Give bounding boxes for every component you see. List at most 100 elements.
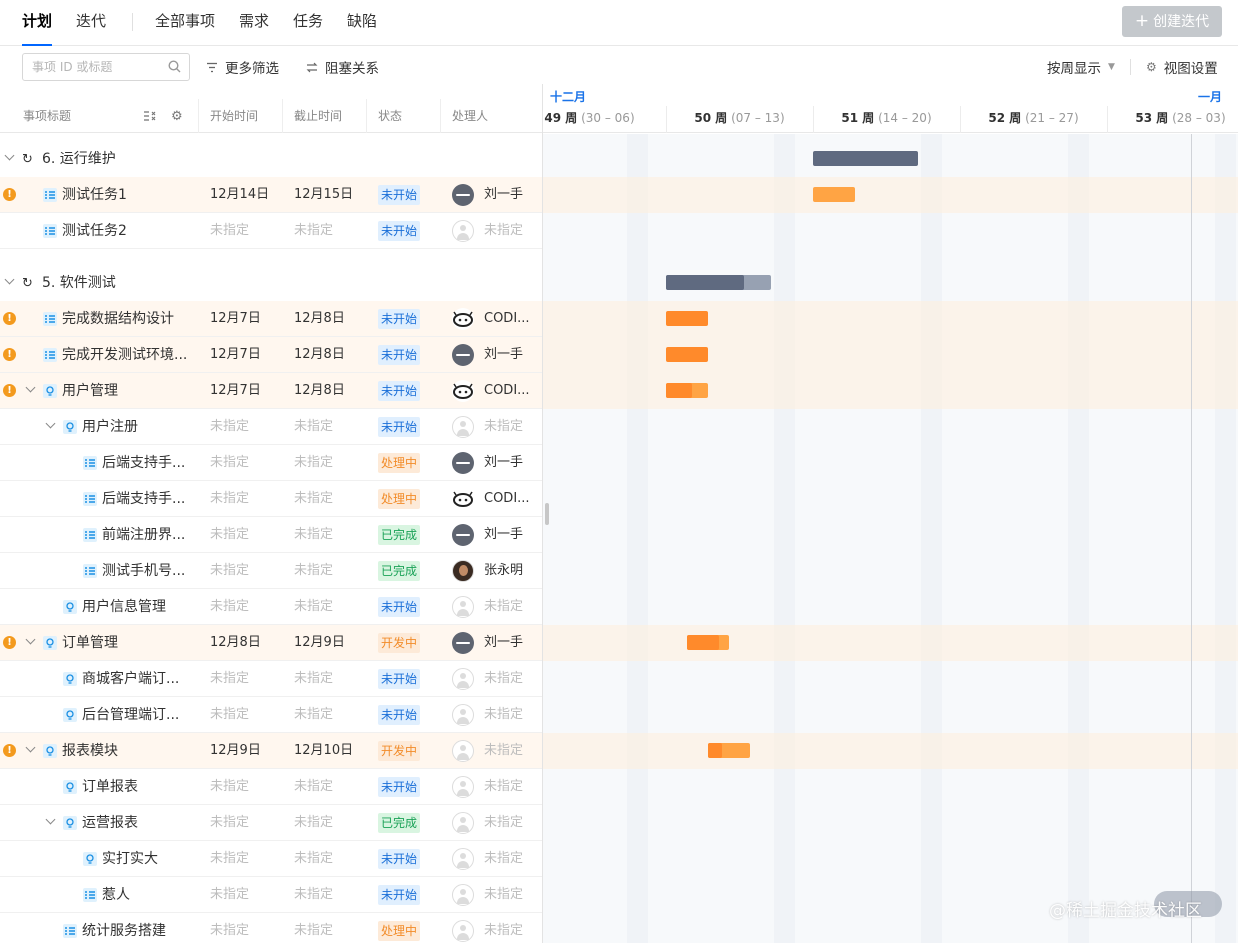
start-date[interactable]: 未指定 bbox=[210, 697, 249, 733]
start-date[interactable]: 未指定 bbox=[210, 517, 249, 553]
table-row[interactable]: 订单报表 未指定 未指定 未开始 未指定 bbox=[0, 769, 542, 805]
column-title[interactable]: 事项标题 bbox=[23, 99, 71, 133]
start-date[interactable]: 未指定 bbox=[210, 805, 249, 841]
table-row[interactable]: ! 完成开发测试环境... 12月7日 12月8日 未开始 刘一手 bbox=[0, 337, 542, 373]
item-title[interactable]: 报表模块 bbox=[62, 733, 196, 769]
start-date[interactable]: 12月7日 bbox=[210, 337, 261, 373]
item-title[interactable]: 测试任务1 bbox=[62, 177, 196, 213]
resize-handle[interactable] bbox=[545, 503, 549, 525]
end-date[interactable]: 12月8日 bbox=[294, 373, 345, 409]
status-badge[interactable]: 未开始 bbox=[378, 185, 421, 205]
end-date[interactable]: 未指定 bbox=[294, 661, 333, 697]
end-date[interactable]: 未指定 bbox=[294, 877, 333, 913]
item-title[interactable]: 前端注册界... bbox=[102, 517, 196, 553]
assignee-name[interactable]: CODI... bbox=[484, 301, 542, 337]
assignee-name[interactable]: 未指定 bbox=[484, 877, 542, 913]
end-date[interactable]: 12月9日 bbox=[294, 625, 345, 661]
status-badge[interactable]: 未开始 bbox=[378, 885, 421, 905]
chevron-down-icon[interactable] bbox=[25, 742, 36, 753]
chevron-down-icon[interactable] bbox=[45, 418, 56, 429]
table-row[interactable]: 后端支持手... 未指定 未指定 处理中 CODI... bbox=[0, 481, 542, 517]
end-date[interactable]: 未指定 bbox=[294, 553, 333, 589]
chevron-down-icon[interactable] bbox=[4, 150, 15, 161]
column-start-time[interactable]: 开始时间 bbox=[210, 99, 258, 133]
end-date[interactable]: 12月8日 bbox=[294, 301, 345, 337]
assignee-name[interactable]: 未指定 bbox=[484, 661, 542, 697]
tab-all-items[interactable]: 全部事项 bbox=[155, 0, 215, 46]
table-row[interactable]: 后端支持手... 未指定 未指定 处理中 刘一手 bbox=[0, 445, 542, 481]
collapse-all-icon[interactable] bbox=[143, 110, 157, 122]
table-row[interactable]: 运营报表 未指定 未指定 已完成 未指定 bbox=[0, 805, 542, 841]
assignee-name[interactable]: CODI... bbox=[484, 481, 542, 517]
table-row[interactable]: ! 订单管理 12月8日 12月9日 开发中 刘一手 bbox=[0, 625, 542, 661]
status-badge[interactable]: 未开始 bbox=[378, 849, 421, 869]
item-title[interactable]: 测试任务2 bbox=[62, 213, 196, 249]
column-settings-icon[interactable]: ⚙ bbox=[171, 109, 183, 124]
assignee-name[interactable]: 刘一手 bbox=[484, 177, 542, 213]
end-date[interactable]: 未指定 bbox=[294, 213, 333, 249]
status-badge[interactable]: 未开始 bbox=[378, 309, 421, 329]
end-date[interactable]: 未指定 bbox=[294, 589, 333, 625]
item-title[interactable]: 后台管理端订... bbox=[82, 697, 196, 733]
chevron-down-icon[interactable] bbox=[25, 382, 36, 393]
assignee-name[interactable]: 刘一手 bbox=[484, 517, 542, 553]
assignee-name[interactable]: 未指定 bbox=[484, 733, 542, 769]
assignee-name[interactable]: CODI... bbox=[484, 373, 542, 409]
end-date[interactable]: 未指定 bbox=[294, 805, 333, 841]
table-row[interactable]: 用户注册 未指定 未指定 未开始 未指定 bbox=[0, 409, 542, 445]
item-title[interactable]: 统计服务搭建 bbox=[82, 913, 196, 943]
status-badge[interactable]: 未开始 bbox=[378, 669, 421, 689]
end-date[interactable]: 未指定 bbox=[294, 841, 333, 877]
status-badge[interactable]: 未开始 bbox=[378, 417, 421, 437]
start-date[interactable]: 未指定 bbox=[210, 409, 249, 445]
table-row[interactable]: 测试任务2 未指定 未指定 未开始 未指定 bbox=[0, 213, 542, 249]
status-badge[interactable]: 未开始 bbox=[378, 345, 421, 365]
view-settings-button[interactable]: ⚙ 视图设置 bbox=[1146, 58, 1218, 77]
start-date[interactable]: 未指定 bbox=[210, 841, 249, 877]
end-date[interactable]: 12月15日 bbox=[294, 177, 353, 213]
tab-defects[interactable]: 缺陷 bbox=[347, 0, 377, 46]
item-title[interactable]: 订单报表 bbox=[82, 769, 196, 805]
start-date[interactable]: 12月7日 bbox=[210, 301, 261, 337]
item-title[interactable]: 商城客户端订... bbox=[82, 661, 196, 697]
status-badge[interactable]: 处理中 bbox=[378, 489, 421, 509]
item-title[interactable]: 用户管理 bbox=[62, 373, 196, 409]
assignee-name[interactable]: 未指定 bbox=[484, 213, 542, 249]
end-date[interactable]: 未指定 bbox=[294, 409, 333, 445]
column-assignee[interactable]: 处理人 bbox=[452, 99, 488, 133]
end-date[interactable]: 未指定 bbox=[294, 481, 333, 517]
item-title[interactable]: 用户信息管理 bbox=[82, 589, 196, 625]
gantt-bar-task[interactable] bbox=[666, 311, 708, 326]
status-badge[interactable]: 开发中 bbox=[378, 633, 421, 653]
status-badge[interactable]: 开发中 bbox=[378, 741, 421, 761]
assignee-name[interactable]: 未指定 bbox=[484, 697, 542, 733]
table-row[interactable]: ! 报表模块 12月9日 12月10日 开发中 未指定 bbox=[0, 733, 542, 769]
status-badge[interactable]: 已完成 bbox=[378, 561, 421, 581]
status-badge[interactable]: 处理中 bbox=[378, 921, 421, 941]
item-title[interactable]: 用户注册 bbox=[82, 409, 196, 445]
start-date[interactable]: 12月7日 bbox=[210, 373, 261, 409]
end-date[interactable]: 未指定 bbox=[294, 769, 333, 805]
tab-requirements[interactable]: 需求 bbox=[239, 0, 269, 46]
status-badge[interactable]: 已完成 bbox=[378, 813, 421, 833]
item-title[interactable]: 订单管理 bbox=[62, 625, 196, 661]
table-row[interactable]: ! 完成数据结构设计 12月7日 12月8日 未开始 CODI... bbox=[0, 301, 542, 337]
table-row[interactable]: 统计服务搭建 未指定 未指定 处理中 未指定 bbox=[0, 913, 542, 943]
column-status[interactable]: 状态 bbox=[378, 99, 402, 133]
item-title[interactable]: 完成数据结构设计 bbox=[62, 301, 196, 337]
tab-iteration[interactable]: 迭代 bbox=[76, 0, 106, 46]
table-row[interactable]: 后台管理端订... 未指定 未指定 未开始 未指定 bbox=[0, 697, 542, 733]
start-date[interactable]: 未指定 bbox=[210, 769, 249, 805]
start-date[interactable]: 未指定 bbox=[210, 913, 249, 943]
start-date[interactable]: 未指定 bbox=[210, 481, 249, 517]
end-date[interactable]: 未指定 bbox=[294, 445, 333, 481]
status-badge[interactable]: 未开始 bbox=[378, 381, 421, 401]
assignee-name[interactable]: 张永明 bbox=[484, 553, 542, 589]
status-badge[interactable]: 未开始 bbox=[378, 597, 421, 617]
column-end-time[interactable]: 截止时间 bbox=[294, 99, 342, 133]
table-row[interactable]: ! 用户管理 12月7日 12月8日 未开始 CODI... bbox=[0, 373, 542, 409]
table-row[interactable]: ! 测试任务1 12月14日 12月15日 未开始 刘一手 bbox=[0, 177, 542, 213]
group-row[interactable]: ↻ 6. 运行维护 bbox=[0, 141, 542, 177]
item-title[interactable]: 实打实大 bbox=[102, 841, 196, 877]
item-title[interactable]: 惹人 bbox=[102, 877, 196, 913]
